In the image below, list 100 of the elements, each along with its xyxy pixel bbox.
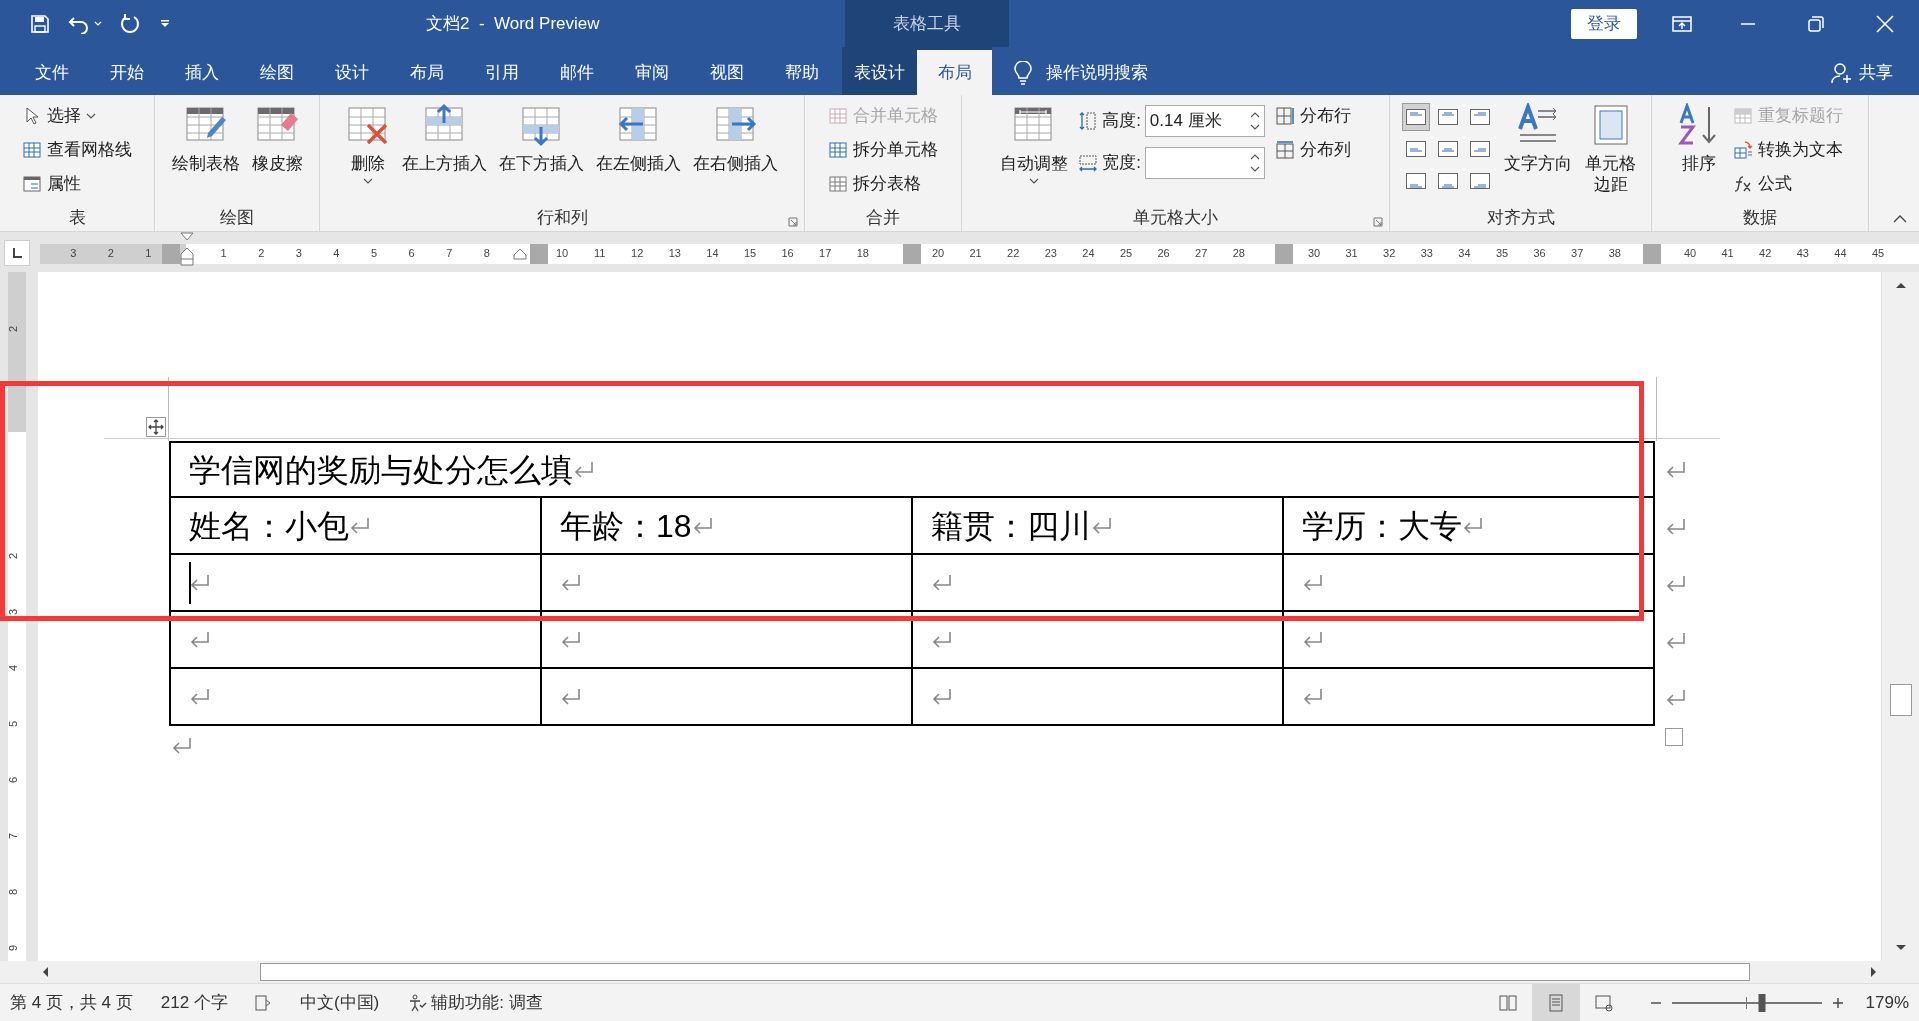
ruler-number: 7 <box>446 246 453 261</box>
ruler-number: 6 <box>408 246 415 261</box>
ribbon-button[interactable]: 在下方插入 <box>497 101 586 174</box>
ruler-number: 16 <box>781 246 794 261</box>
paragraph-mark-icon <box>691 515 714 536</box>
paragraph-mark-icon <box>931 686 953 707</box>
ruler-number: 6 <box>5 776 20 784</box>
accessibility-status[interactable]: 辅助功能: 调查 <box>431 989 543 1016</box>
tab-stop-icon[interactable] <box>4 240 30 266</box>
paragraph-mark-icon <box>560 572 582 593</box>
ribbon-tab[interactable]: 插入 <box>164 50 239 95</box>
group-label: 行和列 <box>536 207 588 230</box>
ribbon-tab[interactable]: 邮件 <box>539 50 614 95</box>
ribbon-tab[interactable]: 布局 <box>389 50 464 95</box>
dialog-launcher-icon[interactable] <box>788 217 798 227</box>
table-resize-handle[interactable] <box>1665 728 1683 746</box>
paragraph-mark-icon <box>1462 515 1484 536</box>
login-button[interactable]: 登录 <box>1571 8 1637 39</box>
ribbon-button[interactable]: 分布列 <box>1272 135 1353 165</box>
ribbon-button[interactable]: 单元格边距 <box>1581 101 1640 195</box>
ribbon-button[interactable]: 拆分表格 <box>826 169 940 199</box>
language-indicator[interactable]: 中文(中国) <box>299 989 380 1016</box>
indent-marker[interactable] <box>180 232 194 266</box>
column-marker[interactable] <box>1643 244 1662 264</box>
ribbon-button[interactable]: 拆分单元格 <box>826 135 940 165</box>
paragraph-mark-icon <box>1665 573 1687 594</box>
ribbon-button[interactable]: 选择 <box>20 101 134 131</box>
ribbon-display-icon[interactable] <box>1672 14 1692 33</box>
restore-icon[interactable] <box>1808 15 1824 32</box>
save-icon[interactable] <box>30 13 50 34</box>
redo-icon[interactable] <box>120 12 142 35</box>
distribute-rows-icon <box>1274 106 1295 126</box>
ribbon-button[interactable]: 查看网格线 <box>20 135 134 165</box>
spin-arrows-icon[interactable] <box>1249 110 1260 132</box>
ribbon-tab[interactable]: 布局 <box>917 50 992 95</box>
ribbon-tab[interactable]: 帮助 <box>764 50 839 95</box>
ribbon-button[interactable]: 自动调整 <box>998 101 1071 184</box>
column-width-icon <box>1078 153 1099 173</box>
ribbon-button[interactable]: 属性 <box>20 169 134 199</box>
search-field[interactable]: 操作说明搜索 <box>1046 59 1148 86</box>
ribbon-button[interactable]: 公式 <box>1731 169 1845 199</box>
ribbon-button[interactable]: 删除 <box>344 101 392 184</box>
ruler-number: 8 <box>483 246 490 261</box>
group-label: 合并 <box>866 207 900 230</box>
ribbon-tab[interactable]: 绘图 <box>239 50 314 95</box>
cell-text: 籍贯：四川 <box>931 506 1091 546</box>
web-layout-icon <box>1593 992 1614 1013</box>
table-move-handle[interactable] <box>146 417 166 437</box>
properties-icon <box>22 174 42 194</box>
ruler-number: 3 <box>70 246 77 261</box>
ribbon-tab[interactable]: 审阅 <box>614 50 689 95</box>
split-cells-icon <box>828 140 848 160</box>
spin-field[interactable] <box>1144 147 1265 179</box>
align-button[interactable] <box>1401 103 1430 131</box>
ruler-number: 25 <box>1119 246 1133 261</box>
right-indent-marker[interactable] <box>513 248 527 260</box>
ribbon-button[interactable]: 绘制表格 <box>169 101 242 174</box>
scrollbar-thumb[interactable] <box>260 963 1750 981</box>
ribbon-button[interactable]: 文字方向 <box>1501 101 1574 174</box>
word-count[interactable]: 212 个字 <box>160 989 228 1016</box>
ruler-number: 10 <box>555 246 569 261</box>
ruler-number: 5 <box>370 246 378 261</box>
zoom-slider-thumb[interactable] <box>1758 993 1765 1012</box>
ribbon-tab[interactable]: 视图 <box>689 50 764 95</box>
collapse-ribbon-icon[interactable] <box>1893 215 1907 223</box>
ruler-number: 37 <box>1571 246 1584 261</box>
scrollbar-thumb[interactable] <box>1889 684 1912 716</box>
spin-field[interactable]: 0.14 厘米 <box>1144 105 1265 137</box>
paragraph-mark-icon <box>560 629 582 650</box>
paragraph-mark-icon <box>189 572 211 593</box>
ribbon-button[interactable]: 橡皮擦 <box>249 101 305 174</box>
ribbon-button[interactable]: 排序 <box>1675 101 1723 174</box>
zoom-in-icon[interactable] <box>1831 996 1844 1009</box>
caret-icon[interactable] <box>94 20 102 27</box>
dialog-launcher-icon[interactable] <box>1373 217 1383 227</box>
paragraph-mark-icon <box>189 686 211 707</box>
split-table-icon <box>828 174 848 194</box>
customize-caret-icon[interactable] <box>160 19 170 28</box>
ruler-number: 26 <box>1157 246 1170 261</box>
share-button[interactable]: 共享 <box>1831 50 1893 95</box>
ribbon-tab[interactable]: 文件 <box>14 50 89 95</box>
ribbon-button[interactable]: 转换为文本 <box>1731 135 1845 165</box>
ribbon-button[interactable]: 分布行 <box>1272 101 1353 131</box>
ribbon-tab[interactable]: 引用 <box>464 50 539 95</box>
zoom-level[interactable]: 179% <box>1865 989 1909 1016</box>
ribbon-button[interactable]: 在左侧插入 <box>594 101 683 174</box>
spin-arrows-icon[interactable] <box>1249 152 1260 174</box>
ribbon-button[interactable]: 在右侧插入 <box>691 101 780 174</box>
ribbon-button[interactable]: 在上方插入 <box>400 101 489 174</box>
paragraph-mark-icon <box>1665 516 1687 537</box>
close-icon[interactable] <box>1876 14 1894 33</box>
ruler-number: 14 <box>706 246 719 261</box>
ribbon-tab[interactable]: 设计 <box>314 50 389 95</box>
column-marker[interactable] <box>530 244 549 264</box>
scroll-right-icon[interactable] <box>1869 965 1879 979</box>
ruler-number: 34 <box>1458 246 1471 261</box>
page-indicator[interactable]: 第 4 页，共 4 页 <box>10 989 133 1016</box>
accessibility-icon[interactable] <box>407 992 428 1013</box>
ribbon-tab[interactable]: 开始 <box>89 50 164 95</box>
macro-icon[interactable] <box>253 993 272 1012</box>
